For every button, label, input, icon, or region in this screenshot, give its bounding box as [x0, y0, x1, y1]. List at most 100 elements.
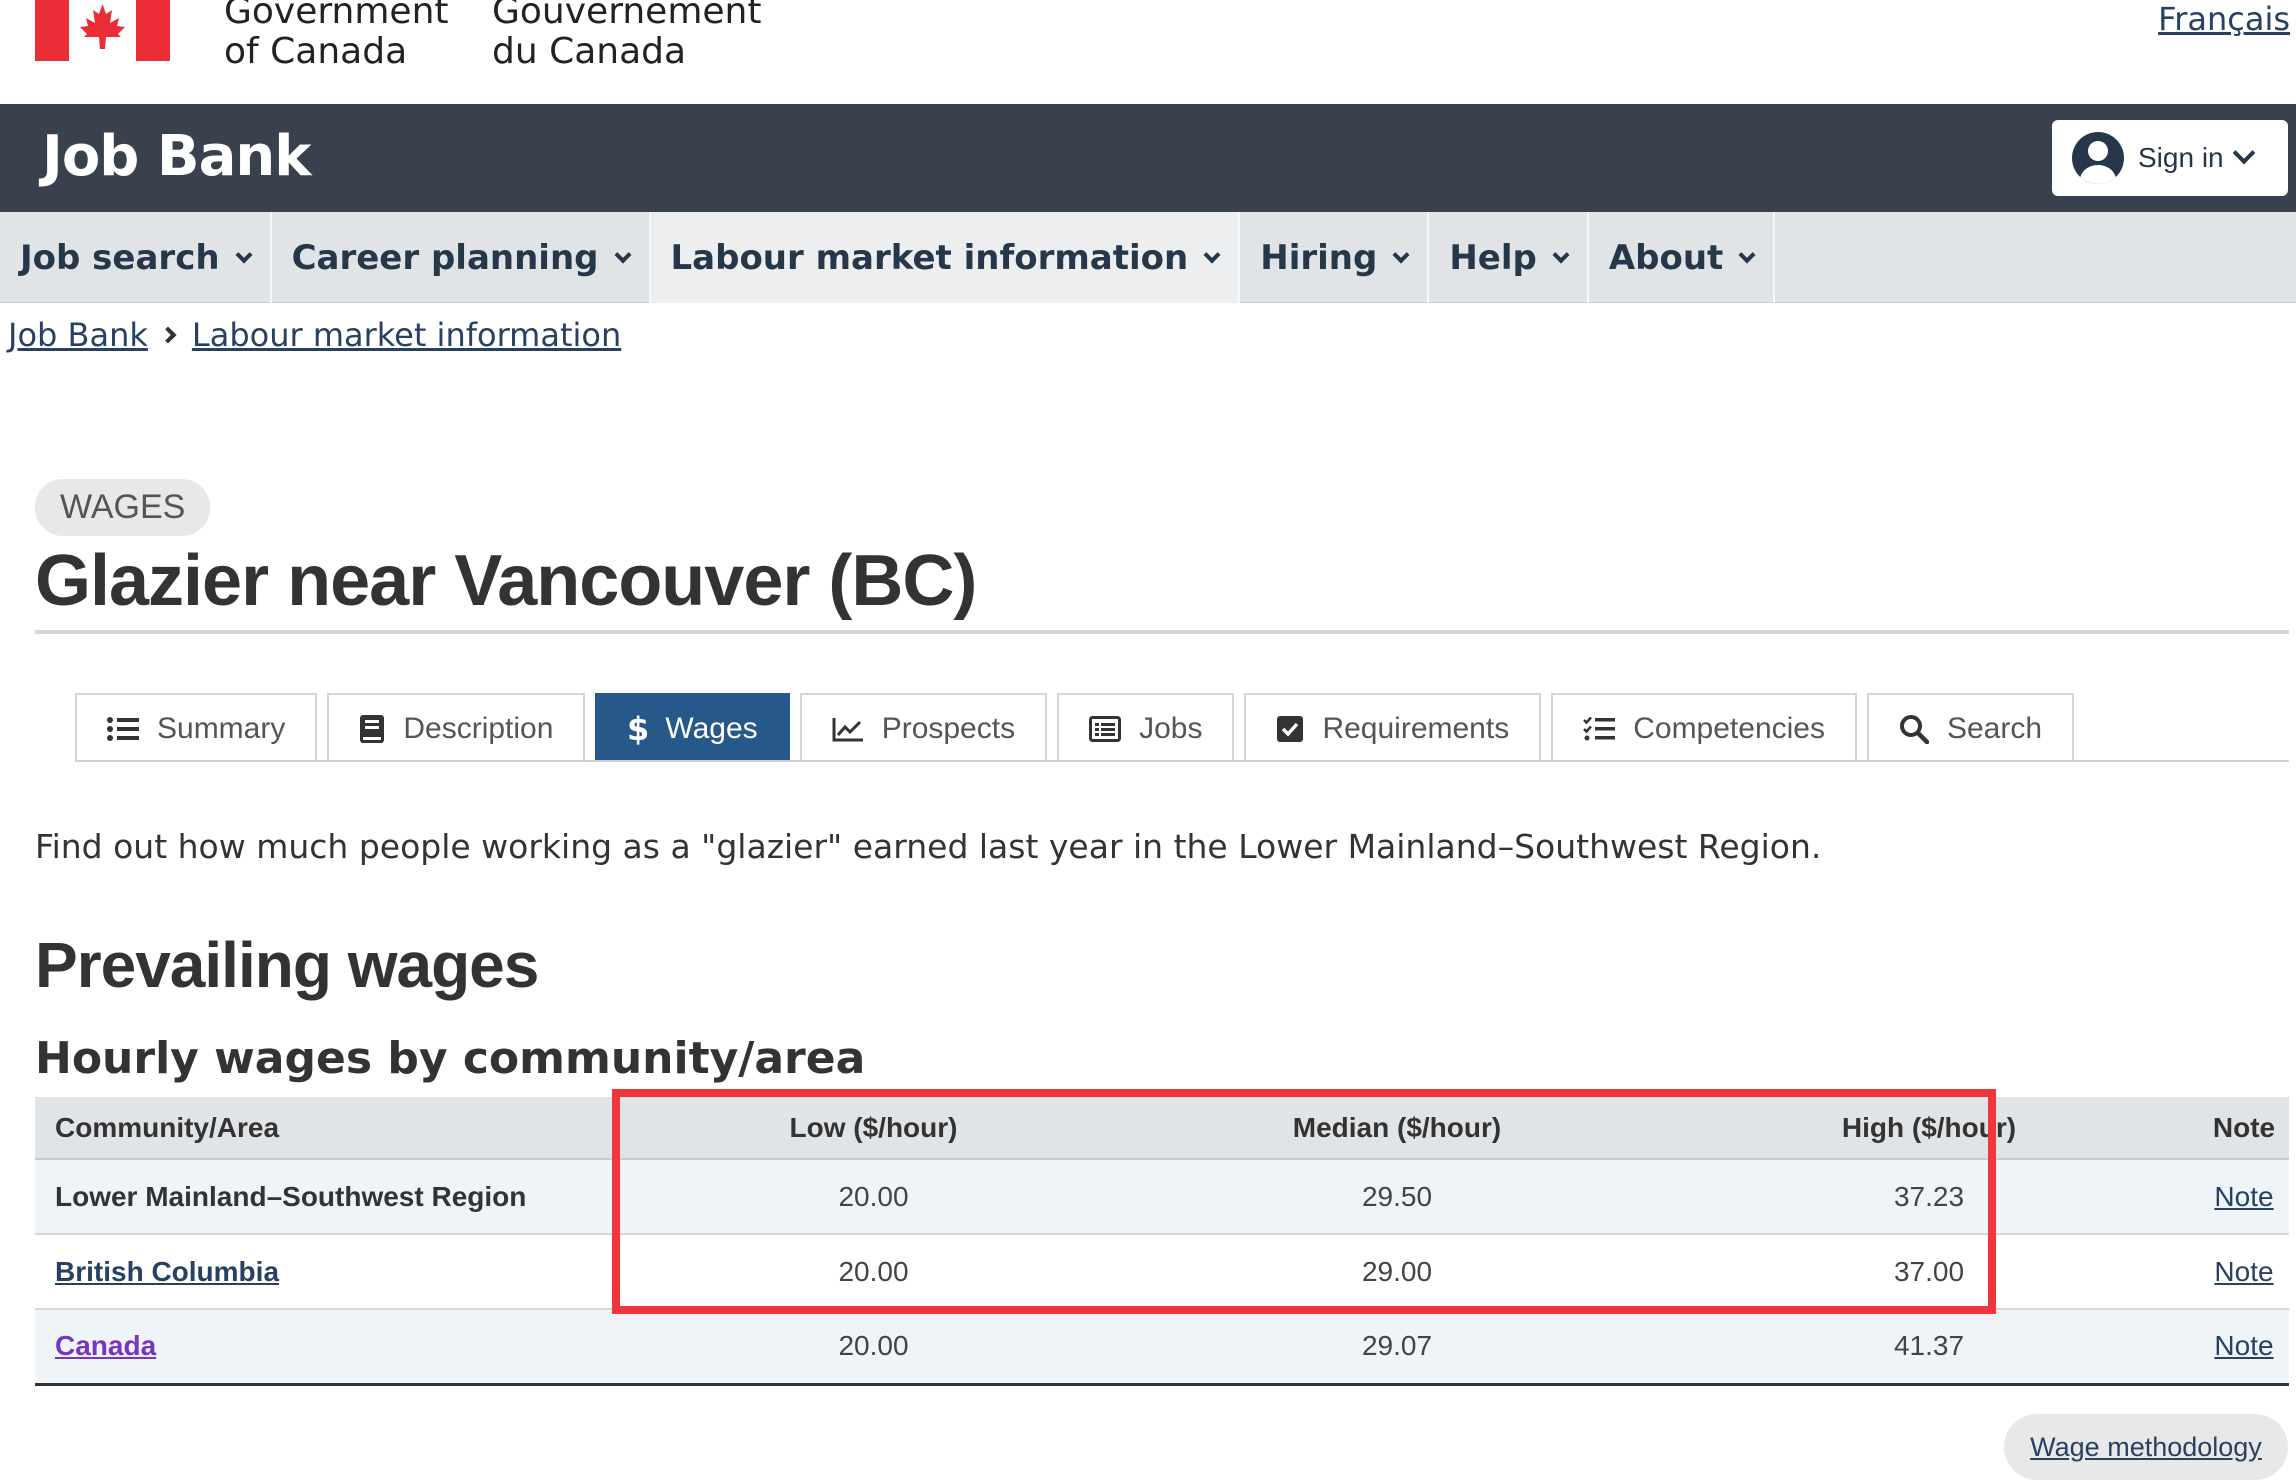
cell-area: Canada	[35, 1309, 612, 1386]
breadcrumb: Job Bank Labour market information	[8, 316, 621, 354]
nav-label: Labour market information	[670, 237, 1189, 278]
svg-text:$: $	[627, 712, 647, 746]
breadcrumb-labour-market-information[interactable]: Labour market information	[192, 316, 621, 354]
tab-label: Search	[1946, 711, 2043, 745]
tab-wages[interactable]: $ Wages	[595, 693, 790, 762]
list-icon	[107, 716, 139, 742]
chart-line-icon	[832, 716, 864, 742]
chevron-right-icon	[159, 326, 177, 344]
site-title[interactable]: Job Bank	[42, 124, 311, 189]
cell-high: 37.23	[1659, 1159, 2199, 1235]
cell-high: 41.37	[1659, 1309, 2199, 1386]
signature-french: Gouvernement du Canada	[492, 0, 761, 72]
signature-en-line2: of Canada	[224, 31, 408, 72]
search-icon	[1899, 714, 1929, 744]
tab-label: Prospects	[881, 711, 1016, 745]
table-header-row: Community/Area Low ($/hour) Median ($/ho…	[35, 1097, 2289, 1160]
cell-low: 20.00	[612, 1309, 1135, 1386]
user-avatar-icon	[2072, 132, 2124, 184]
tab-label: Jobs	[1139, 711, 1203, 745]
cell-median: 29.50	[1135, 1159, 1659, 1235]
table-row: Lower Mainland–Southwest Region 20.00 29…	[35, 1159, 2289, 1235]
cell-low: 20.00	[612, 1234, 1135, 1310]
nav-label: Help	[1449, 237, 1537, 278]
report-tabs: Summary Description $ Wages Prospects Jo…	[75, 693, 2084, 762]
signature-en-line1: Government	[224, 0, 449, 32]
chevron-down-icon	[1552, 246, 1570, 263]
wages-table: Community/Area Low ($/hour) Median ($/ho…	[35, 1097, 2289, 1386]
header-note: Note	[2199, 1097, 2289, 1160]
nav-about[interactable]: About	[1589, 212, 1776, 303]
dollar-icon: $	[627, 712, 647, 746]
cell-note: Note	[2199, 1309, 2289, 1386]
chevron-down-icon	[1203, 246, 1221, 263]
nav-career-planning[interactable]: Career planning	[272, 212, 651, 303]
cell-low: 20.00	[612, 1159, 1135, 1235]
cell-note: Note	[2199, 1159, 2289, 1235]
header-low: Low ($/hour)	[612, 1097, 1135, 1160]
sign-in-label: Sign in	[2138, 142, 2224, 173]
area-link-canada[interactable]: Canada	[55, 1330, 156, 1361]
table-row: British Columbia 20.00 29.00 37.00 Note	[35, 1234, 2289, 1310]
nav-labour-market-information[interactable]: Labour market information	[650, 212, 1241, 303]
language-toggle-link[interactable]: Français	[2158, 0, 2290, 38]
tab-prospects[interactable]: Prospects	[799, 693, 1048, 762]
area-link-british-columbia[interactable]: British Columbia	[55, 1256, 279, 1287]
listings-icon	[1089, 715, 1122, 742]
canada-flag-icon	[35, 0, 170, 61]
tab-label: Wages	[665, 711, 758, 745]
job-bank-bar: Job Bank Sign in	[0, 104, 2296, 212]
table-heading: Hourly wages by community/area	[35, 1033, 866, 1084]
signature-english: Government of Canada	[224, 0, 449, 72]
section-badge: WAGES	[35, 479, 211, 536]
tab-requirements[interactable]: Requirements	[1244, 693, 1542, 762]
cell-median: 29.07	[1135, 1309, 1659, 1386]
wage-methodology-link[interactable]: Wage methodology	[2004, 1414, 2288, 1480]
note-link[interactable]: Note	[2214, 1330, 2273, 1361]
book-icon	[359, 714, 385, 744]
chevron-down-icon	[614, 246, 631, 263]
tab-label: Summary	[157, 711, 286, 745]
tabs-divider	[75, 760, 2289, 762]
nav-label: Job search	[20, 237, 220, 278]
tab-label: Competencies	[1633, 711, 1825, 745]
chevron-down-icon	[1392, 246, 1410, 263]
tab-jobs[interactable]: Jobs	[1057, 693, 1235, 762]
tab-competencies[interactable]: Competencies	[1551, 693, 1857, 762]
breadcrumb-job-bank[interactable]: Job Bank	[8, 316, 148, 354]
signature-fr-line1: Gouvernement	[492, 0, 762, 32]
nav-job-search[interactable]: Job search	[0, 212, 272, 303]
header-community: Community/Area	[35, 1097, 612, 1160]
header-median: Median ($/hour)	[1135, 1097, 1659, 1160]
tab-search[interactable]: Search	[1866, 693, 2075, 762]
note-link[interactable]: Note	[2214, 1181, 2273, 1212]
chevron-down-icon	[2232, 141, 2255, 165]
header-high: High ($/hour)	[1659, 1097, 2199, 1160]
checkbox-icon	[1276, 715, 1304, 743]
nav-label: Career planning	[291, 237, 599, 278]
nav-help[interactable]: Help	[1429, 212, 1589, 303]
cell-area: British Columbia	[35, 1234, 612, 1310]
tab-description[interactable]: Description	[327, 693, 586, 762]
nav-label: Hiring	[1260, 237, 1378, 278]
tab-label: Requirements	[1322, 711, 1510, 745]
note-link[interactable]: Note	[2214, 1256, 2273, 1287]
nav-hiring[interactable]: Hiring	[1240, 212, 1430, 303]
section-heading: Prevailing wages	[35, 929, 539, 1001]
page-title: Glazier near Vancouver (BC)	[35, 541, 977, 621]
title-divider	[35, 630, 2289, 634]
tab-label: Description	[403, 711, 554, 745]
nav-label: About	[1608, 237, 1724, 278]
chevron-down-icon	[1738, 246, 1756, 263]
sign-in-button[interactable]: Sign in	[2052, 120, 2288, 196]
cell-area: Lower Mainland–Southwest Region	[35, 1159, 612, 1235]
table-row: Canada 20.00 29.07 41.37 Note	[35, 1309, 2289, 1386]
chevron-down-icon	[235, 246, 253, 263]
cell-median: 29.00	[1135, 1234, 1659, 1310]
tab-summary[interactable]: Summary	[75, 693, 318, 762]
main-navigation: Job search Career planning Labour market…	[0, 212, 2296, 303]
government-header: Government of Canada Gouvernement du Can…	[0, 0, 2296, 104]
cell-high: 37.00	[1659, 1234, 2199, 1310]
signature-fr-line2: du Canada	[492, 31, 687, 72]
cell-note: Note	[2199, 1234, 2289, 1310]
